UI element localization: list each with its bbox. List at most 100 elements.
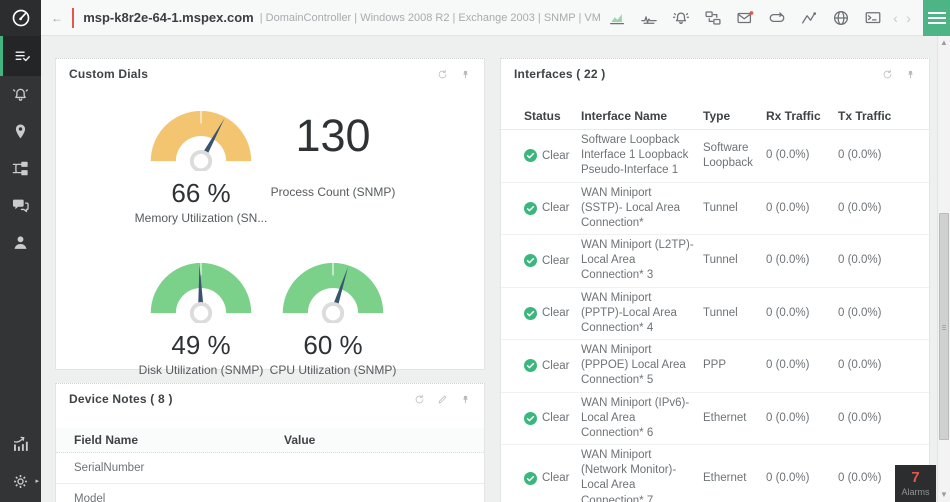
sidebar-item-chat[interactable] <box>0 187 41 224</box>
interface-row[interactable]: Clear Software Loopback Interface 1 Loop… <box>501 130 929 183</box>
interface-rx: 0 (0.0%) <box>766 471 810 484</box>
interface-row[interactable]: Clear WAN Miniport (PPPOE) Local Area Co… <box>501 340 929 393</box>
device-notes-actions <box>414 394 471 405</box>
interface-tx: 0 (0.0%) <box>838 359 882 372</box>
status-text: Clear <box>542 254 570 267</box>
alarms-label: Alarms <box>901 487 930 497</box>
interface-status: Clear <box>524 471 581 485</box>
dial-grid: 66 % Memory Utilization (SN... 130 Process … <box>56 89 484 393</box>
status-text: Clear <box>542 412 570 425</box>
note-field: SerialNumber <box>74 462 145 474</box>
chevron-left-icon[interactable]: ‹ <box>889 10 902 26</box>
sidebar-item-alarms[interactable] <box>0 76 41 113</box>
status-text: Clear <box>542 149 570 162</box>
chevron-right-icon[interactable]: › <box>902 10 915 26</box>
console-icon[interactable] <box>857 0 889 36</box>
dial-value: 49 % <box>171 330 231 360</box>
scroll-down-arrow-icon[interactable]: ▼ <box>938 489 950 501</box>
interface-name[interactable]: WAN Miniport (L2TP)-Local Area Connectio… <box>581 238 703 284</box>
scroll-thumb[interactable] <box>939 213 949 440</box>
device-notes-table-header: Field Name Value <box>56 428 484 453</box>
interfaces-actions <box>882 69 916 80</box>
sidebar-item-users[interactable] <box>0 224 41 261</box>
interfaces-column: Type <box>703 108 731 123</box>
device-notes-panel: Device Notes ( 8 ) Field Name Value Seri… <box>55 383 485 502</box>
status-text: Clear <box>542 359 570 372</box>
interface-type: Ethernet <box>703 471 747 484</box>
dial-value: 130 <box>295 110 371 161</box>
edit-icon[interactable] <box>437 394 448 405</box>
interfaces-column: Rx Traffic <box>766 108 821 123</box>
interfaces-column: Status <box>524 108 561 123</box>
interface-name[interactable]: WAN Miniport (IPv6)-Local Area Connectio… <box>581 396 703 442</box>
globe-icon[interactable] <box>825 0 857 36</box>
interface-status: Clear <box>524 201 581 215</box>
sidebar-item-maps[interactable] <box>0 113 41 150</box>
dial-label: Memory Utilization (SN... <box>134 211 268 225</box>
note-field: Model <box>74 493 106 502</box>
interfaces-column: Tx Traffic <box>838 108 892 123</box>
refresh-icon[interactable] <box>414 394 425 405</box>
page-scrollbar[interactable]: ▲ ▼ <box>937 36 950 502</box>
interface-row[interactable]: Clear WAN Miniport (SSTP)- Local Area Co… <box>501 183 929 236</box>
interface-type: Tunnel <box>703 306 738 319</box>
sidebar-item-inventory[interactable] <box>0 36 41 76</box>
sidebar-item-settings[interactable]: ▸ <box>0 463 41 500</box>
interface-name[interactable]: WAN Miniport (PPTP)-Local Area Connectio… <box>581 291 703 337</box>
interface-name[interactable]: WAN Miniport (PPPOE) Local Area Connecti… <box>581 343 703 389</box>
interface-row[interactable]: Clear WAN Miniport (L2TP)-Local Area Con… <box>501 235 929 288</box>
dial-value: 60 % <box>303 330 363 360</box>
mail-notification-icon[interactable] <box>729 0 761 36</box>
gauge-dial <box>282 262 384 323</box>
interface-type: Tunnel <box>703 201 738 214</box>
pin-icon[interactable] <box>460 394 471 405</box>
refresh-icon[interactable] <box>882 69 893 80</box>
activity-pulse-icon[interactable] <box>793 0 825 36</box>
sidebar-item-reports[interactable] <box>0 426 41 463</box>
sidebar-item-topology[interactable] <box>0 150 41 187</box>
alarm-bell-icon[interactable] <box>665 0 697 36</box>
workflow-icon[interactable] <box>697 0 729 36</box>
device-note-row: SerialNumber <box>56 453 484 484</box>
interface-name[interactable]: WAN Miniport (Network Monitor)-Local Are… <box>581 448 703 502</box>
alarms-badge[interactable]: 7 Alarms <box>895 465 936 502</box>
interface-row[interactable]: Clear WAN Miniport (Network Monitor)-Loc… <box>501 445 929 502</box>
custom-dials-header: Custom Dials <box>56 59 484 89</box>
interface-tx: 0 (0.0%) <box>838 306 882 319</box>
scroll-up-arrow-icon[interactable]: ▲ <box>938 37 950 49</box>
device-notes-header: Device Notes ( 8 ) <box>56 384 484 414</box>
device-notes-title: Device Notes ( 8 ) <box>69 392 173 406</box>
custom-dials-actions <box>437 69 471 80</box>
back-arrow[interactable]: ← <box>51 11 63 25</box>
interface-row[interactable]: Clear WAN Miniport (IPv6)-Local Area Con… <box>501 393 929 446</box>
gauge-dial <box>150 262 252 323</box>
status-text: Clear <box>542 472 570 485</box>
device-title: msp-k8r2e-64-1.mspex.com <box>83 10 254 25</box>
interfaces-column: Interface Name <box>581 108 668 123</box>
device-note-row: Model <box>56 484 484 502</box>
menu-button[interactable] <box>923 0 950 36</box>
app-logo-icon[interactable] <box>0 0 41 36</box>
interface-name[interactable]: WAN Miniport (SSTP)- Local Area Connecti… <box>581 186 703 232</box>
dial-1: 130 Process Count (SNMP) <box>267 101 399 253</box>
interface-type: Ethernet <box>703 411 747 424</box>
refresh-icon[interactable] <box>437 69 448 80</box>
alarms-count: 7 <box>911 469 920 486</box>
traffic-graph-icon[interactable] <box>633 0 665 36</box>
topbar: ← msp-k8r2e-64-1.mspex.com | DomainContr… <box>0 0 950 36</box>
opmanager-device-page: ← msp-k8r2e-64-1.mspex.com | DomainContr… <box>0 0 950 502</box>
pin-icon[interactable] <box>460 69 471 80</box>
interface-rx: 0 (0.0%) <box>766 149 810 162</box>
interfaces-header: Interfaces ( 22 ) <box>501 59 929 89</box>
dial-label: Disk Utilization (SNMP) <box>138 363 264 377</box>
dial-2: 49 % Disk Utilization (SNMP) <box>135 253 267 393</box>
loop-icon[interactable] <box>761 0 793 36</box>
interface-name[interactable]: Software Loopback Interface 1 Loopback P… <box>581 133 703 179</box>
area-chart-icon[interactable] <box>601 0 633 36</box>
interface-row[interactable]: Clear WAN Miniport (PPTP)-Local Area Con… <box>501 288 929 341</box>
column-value: Value <box>284 433 316 447</box>
pin-icon[interactable] <box>905 69 916 80</box>
interfaces-rows: Clear Software Loopback Interface 1 Loop… <box>501 130 929 502</box>
custom-dials-panel: Custom Dials 66 % Memory Utilization (SN.… <box>55 58 485 377</box>
interface-type: Software Loopback <box>703 141 753 169</box>
